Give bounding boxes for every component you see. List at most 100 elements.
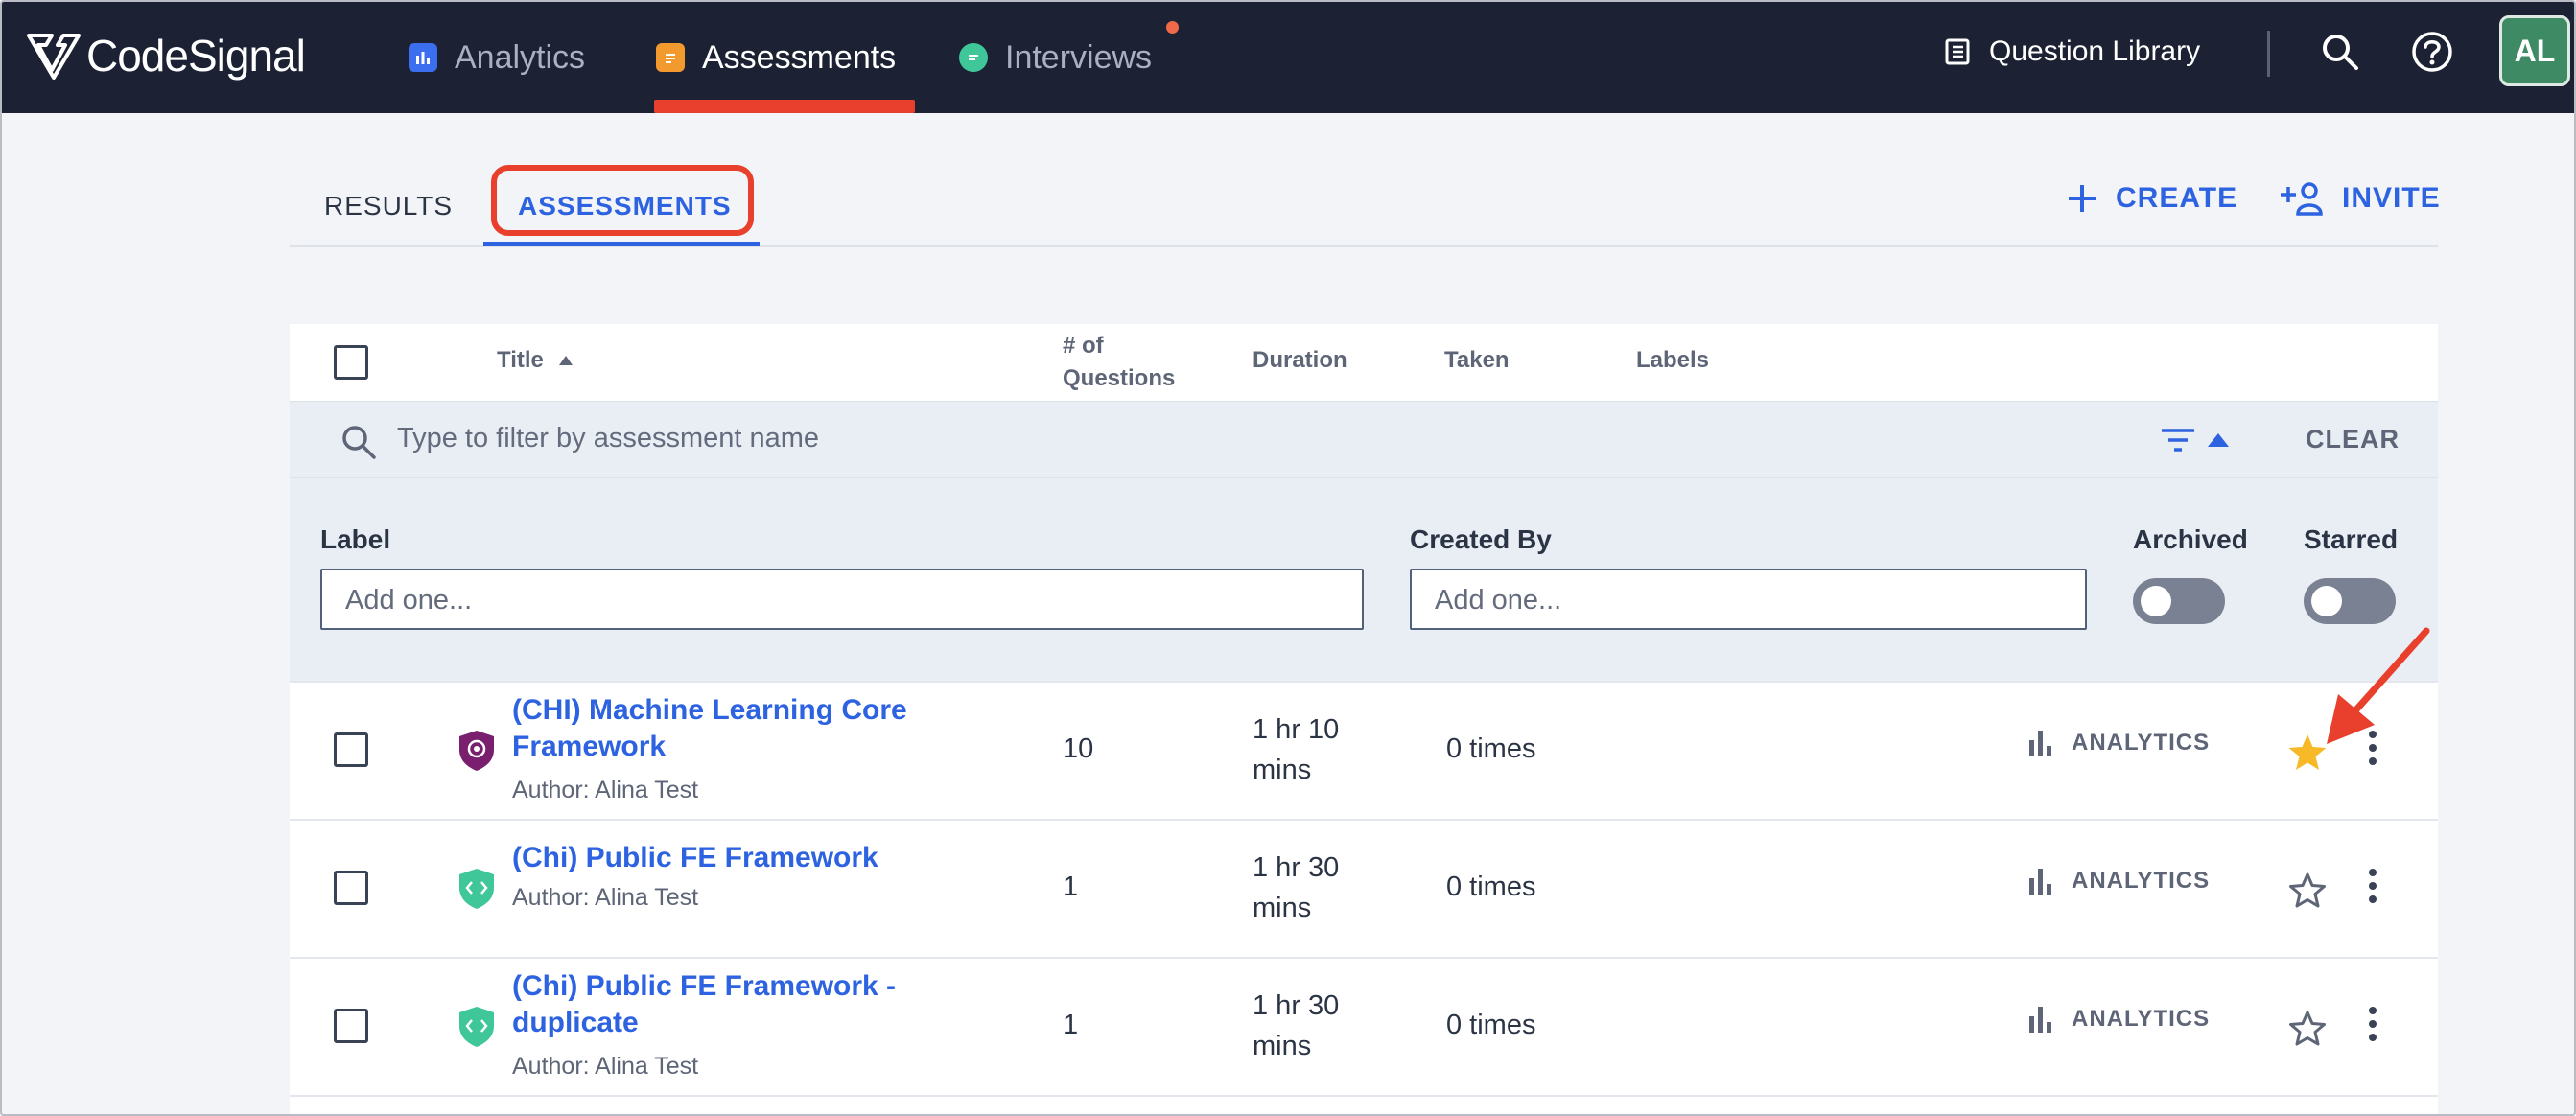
- filter-panel: Label Add one... Created By Add one... A…: [290, 477, 2438, 681]
- duration-line1: 1 hr 30: [1253, 990, 1340, 1021]
- question-count: 10: [1063, 733, 1094, 764]
- column-duration[interactable]: Duration: [1253, 347, 1347, 374]
- star-outline-icon[interactable]: [2286, 871, 2329, 911]
- star-outline-icon[interactable]: [2286, 1009, 2329, 1049]
- question-count: 1: [1063, 1010, 1079, 1040]
- help-button[interactable]: [2407, 27, 2457, 77]
- table-header: Title # of Questions Duration Taken Labe…: [290, 324, 2438, 401]
- assessment-title-link[interactable]: (Chi) Public FE Framework: [512, 840, 878, 876]
- column-questions[interactable]: # of Questions: [1063, 330, 1175, 395]
- nav-divider: [2267, 31, 2270, 77]
- analytics-link[interactable]: ANALYTICS: [2027, 1005, 2210, 1034]
- shield-icon: [459, 731, 494, 771]
- label-filter-title: Label: [320, 524, 391, 554]
- chevron-up-icon: [2208, 433, 2229, 447]
- nav-assessments[interactable]: Assessments: [656, 2, 896, 113]
- row-checkbox[interactable]: [334, 871, 368, 905]
- assessments-table: Title # of Questions Duration Taken Labe…: [290, 324, 2438, 1114]
- duration-line2: mins: [1253, 1031, 1312, 1061]
- nav-interviews-label: Interviews: [1005, 38, 1153, 76]
- table-row: (CHI) Machine Learning Core Framework Au…: [290, 681, 2438, 819]
- shield-icon: [459, 869, 494, 909]
- duration-line2: mins: [1253, 755, 1312, 785]
- sort-ascending-icon: [558, 356, 573, 365]
- archived-filter-title: Archived: [2133, 524, 2248, 554]
- duration: 1 hr 30 mins: [1253, 986, 1339, 1066]
- duration: 1 hr 10 mins: [1253, 709, 1339, 790]
- shield-icon: [459, 1007, 494, 1047]
- brand-name: CodeSignal: [86, 31, 306, 81]
- column-title[interactable]: Title: [497, 347, 573, 374]
- table-row: (Chi) Public FE Framework - duplicate Au…: [290, 957, 2438, 1095]
- codesignal-logo[interactable]: CodeSignal: [27, 27, 306, 84]
- select-all-checkbox[interactable]: [334, 345, 368, 380]
- column-taken[interactable]: Taken: [1444, 347, 1510, 374]
- nav-interviews[interactable]: Interviews: [959, 2, 1152, 113]
- taken-count: 0 times: [1446, 733, 1536, 764]
- created-by-filter-input[interactable]: Add one...: [1410, 569, 2087, 630]
- question-count: 1: [1063, 872, 1079, 902]
- assessments-icon: [656, 43, 685, 72]
- top-nav: CodeSignal Analytics Assessments Intervi…: [2, 2, 2574, 113]
- assessment-author: Author: Alina Test: [512, 1053, 699, 1080]
- column-questions-line1: # of: [1063, 333, 1104, 359]
- bar-chart-icon: [2029, 869, 2051, 895]
- book-icon: [1945, 38, 1970, 65]
- toggle-filters-button[interactable]: [2160, 427, 2229, 453]
- label-filter-input[interactable]: Add one...: [320, 569, 1364, 630]
- filter-search-input[interactable]: Type to filter by assessment name: [397, 423, 819, 454]
- starred-filter-title: Starred: [2304, 524, 2399, 554]
- assessment-title-line1: (Chi) Public FE Framework -: [512, 970, 897, 1002]
- assessment-title-link[interactable]: (CHI) Machine Learning Core Framework: [512, 692, 907, 765]
- avatar[interactable]: AL: [2499, 15, 2570, 86]
- app-frame: CodeSignal Analytics Assessments Intervi…: [0, 0, 2576, 1116]
- analytics-icon: [409, 43, 437, 72]
- invite-button[interactable]: INVITE: [2281, 174, 2441, 222]
- interviews-icon: [959, 43, 988, 72]
- assessment-title-line2: duplicate: [512, 1007, 639, 1038]
- row-checkbox[interactable]: [334, 1009, 368, 1043]
- analytics-label: ANALYTICS: [2072, 730, 2211, 756]
- bar-chart-icon: [2029, 731, 2051, 756]
- filter-icon: [2162, 429, 2194, 452]
- assessment-title-line1: (Chi) Public FE Framework: [512, 842, 878, 873]
- notification-dot: [1166, 21, 1179, 34]
- assessment-title-link[interactable]: (Chi) Public FE Framework - duplicate: [512, 968, 896, 1041]
- question-library-link[interactable]: Question Library: [1945, 2, 2200, 102]
- assessment-title-line2: Framework: [512, 731, 667, 762]
- duration-line2: mins: [1253, 893, 1312, 923]
- table-row-partial: [290, 1095, 2438, 1114]
- codesignal-logo-icon: [27, 34, 81, 80]
- more-options-icon[interactable]: [2367, 1007, 2378, 1047]
- duration-line1: 1 hr 30: [1253, 852, 1340, 883]
- taken-count: 0 times: [1446, 872, 1536, 902]
- plus-icon: [2069, 185, 2096, 212]
- clear-filters-button[interactable]: CLEAR: [2306, 425, 2400, 454]
- analytics-label: ANALYTICS: [2072, 1006, 2211, 1032]
- starred-toggle[interactable]: [2304, 578, 2396, 624]
- create-label: CREATE: [2116, 182, 2238, 214]
- annotation-arrow: [2327, 627, 2430, 744]
- filter-bar: Type to filter by assessment name CLEAR: [290, 401, 2438, 477]
- add-user-icon: [2281, 182, 2323, 216]
- row-checkbox[interactable]: [334, 732, 368, 767]
- search-icon: [342, 426, 376, 459]
- search-button[interactable]: [2315, 27, 2365, 77]
- more-options-icon[interactable]: [2367, 869, 2378, 909]
- assessment-author: Author: Alina Test: [512, 777, 699, 803]
- archived-toggle[interactable]: [2133, 578, 2225, 624]
- tab-results[interactable]: RESULTS: [324, 165, 453, 247]
- created-by-filter-title: Created By: [1410, 524, 1552, 554]
- analytics-link[interactable]: ANALYTICS: [2027, 867, 2210, 895]
- create-button[interactable]: CREATE: [2066, 174, 2237, 222]
- column-labels[interactable]: Labels: [1636, 347, 1709, 374]
- nav-analytics[interactable]: Analytics: [409, 2, 585, 113]
- assessment-title-line1: (CHI) Machine Learning Core: [512, 694, 907, 726]
- column-title-label: Title: [497, 347, 544, 373]
- question-library-label: Question Library: [1989, 35, 2201, 67]
- search-icon: [2323, 35, 2358, 70]
- taken-count: 0 times: [1446, 1010, 1536, 1040]
- table-row: (Chi) Public FE Framework Author: Alina …: [290, 819, 2438, 957]
- analytics-link[interactable]: ANALYTICS: [2027, 729, 2210, 757]
- column-questions-line2: Questions: [1063, 365, 1176, 391]
